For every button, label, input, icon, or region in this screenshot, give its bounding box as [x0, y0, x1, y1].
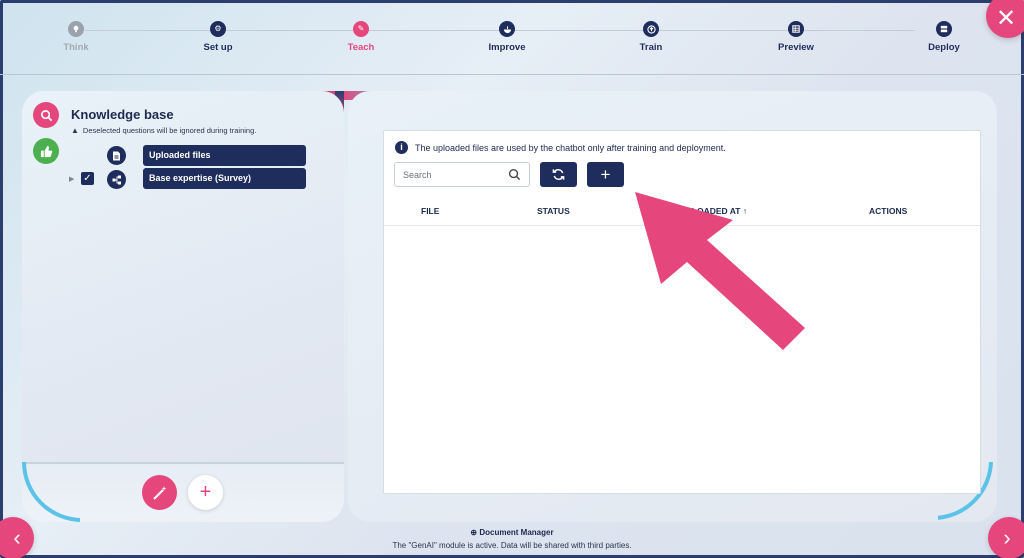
lightbulb-icon [68, 21, 84, 37]
hierarchy-icon [107, 170, 126, 189]
step-deploy[interactable]: Deploy [899, 21, 989, 53]
step-label: Set up [203, 42, 233, 53]
step-label: Preview [778, 42, 814, 53]
base-expertise-checkbox[interactable]: ✓ [81, 172, 94, 185]
plus-icon: + [199, 481, 212, 503]
warning-icon: ▲ [71, 126, 79, 135]
column-file[interactable]: FILE [421, 206, 439, 216]
upload-icon [643, 21, 659, 37]
step-label: Deploy [928, 42, 960, 53]
chevron-right-icon: › [1003, 525, 1011, 550]
step-preview[interactable]: Preview [751, 21, 841, 53]
panel-title: Knowledge base [71, 107, 174, 122]
refresh-icon [552, 169, 565, 180]
document-icon [107, 146, 126, 165]
info-banner: i The uploaded files are used by the cha… [395, 141, 726, 154]
tree-row-base-expertise: ▶ ✓ [69, 172, 94, 185]
search-icon [40, 109, 52, 121]
thumbs-up-button[interactable] [33, 138, 59, 164]
search-icon [508, 168, 521, 181]
pencil-icon: ✎ [353, 21, 369, 37]
step-set-up[interactable]: ⚙ Set up [173, 21, 263, 53]
close-icon: ✕ [995, 4, 1017, 32]
search-field[interactable] [394, 162, 530, 187]
add-button[interactable]: + [188, 475, 223, 510]
server-icon [936, 21, 952, 37]
edit-button[interactable] [142, 475, 177, 510]
warning-text: Deselected questions will be ignored dur… [82, 126, 257, 135]
grid-icon [788, 21, 804, 37]
search-input[interactable] [403, 169, 493, 180]
chevron-left-icon: ‹ [13, 525, 21, 550]
tree-item-base-expertise[interactable]: Base expertise (Survey) [143, 168, 306, 189]
bowl-icon [499, 21, 515, 37]
next-button[interactable]: › [988, 517, 1024, 558]
tree-item-uploaded-files[interactable]: Uploaded files [143, 145, 306, 166]
info-text: The uploaded files are used by the chatb… [415, 142, 726, 153]
step-label: Train [639, 42, 663, 53]
magic-wand-icon [152, 485, 166, 500]
progress-stepper: Think ⚙ Set up ✎ Teach Improve Train Pre… [0, 0, 1024, 70]
step-teach[interactable]: ✎ Teach [316, 21, 406, 53]
step-label: Improve [488, 42, 526, 53]
training-warning: ▲ Deselected questions will be ignored d… [71, 126, 256, 135]
genai-note: The "GenAI" module is active. Data will … [392, 541, 632, 550]
corner-arc [22, 462, 80, 522]
header-divider [0, 74, 1024, 75]
column-status[interactable]: STATUS [537, 206, 570, 216]
step-train[interactable]: Train [606, 21, 696, 53]
column-actions[interactable]: ACTIONS [869, 206, 907, 216]
pointer-arrow-icon [635, 192, 805, 350]
target-icon: ⊕ [470, 528, 478, 537]
search-button[interactable] [33, 102, 59, 128]
info-icon: i [395, 141, 408, 154]
footer-title-text: Document Manager [479, 528, 554, 537]
plus-icon: + [600, 164, 611, 184]
step-label: Teach [347, 42, 375, 53]
step-label: Think [63, 42, 89, 53]
step-improve[interactable]: Improve [462, 21, 552, 53]
gear-icon: ⚙ [210, 21, 226, 37]
refresh-button[interactable] [540, 162, 577, 187]
step-think[interactable]: Think [31, 21, 121, 53]
upload-file-button[interactable]: + [587, 162, 624, 187]
thumbs-up-icon [40, 145, 52, 157]
previous-button[interactable]: ‹ [0, 517, 34, 558]
expand-arrow-icon[interactable]: ▶ [69, 175, 81, 183]
footer-title: ⊕ Document Manager [0, 528, 1024, 537]
